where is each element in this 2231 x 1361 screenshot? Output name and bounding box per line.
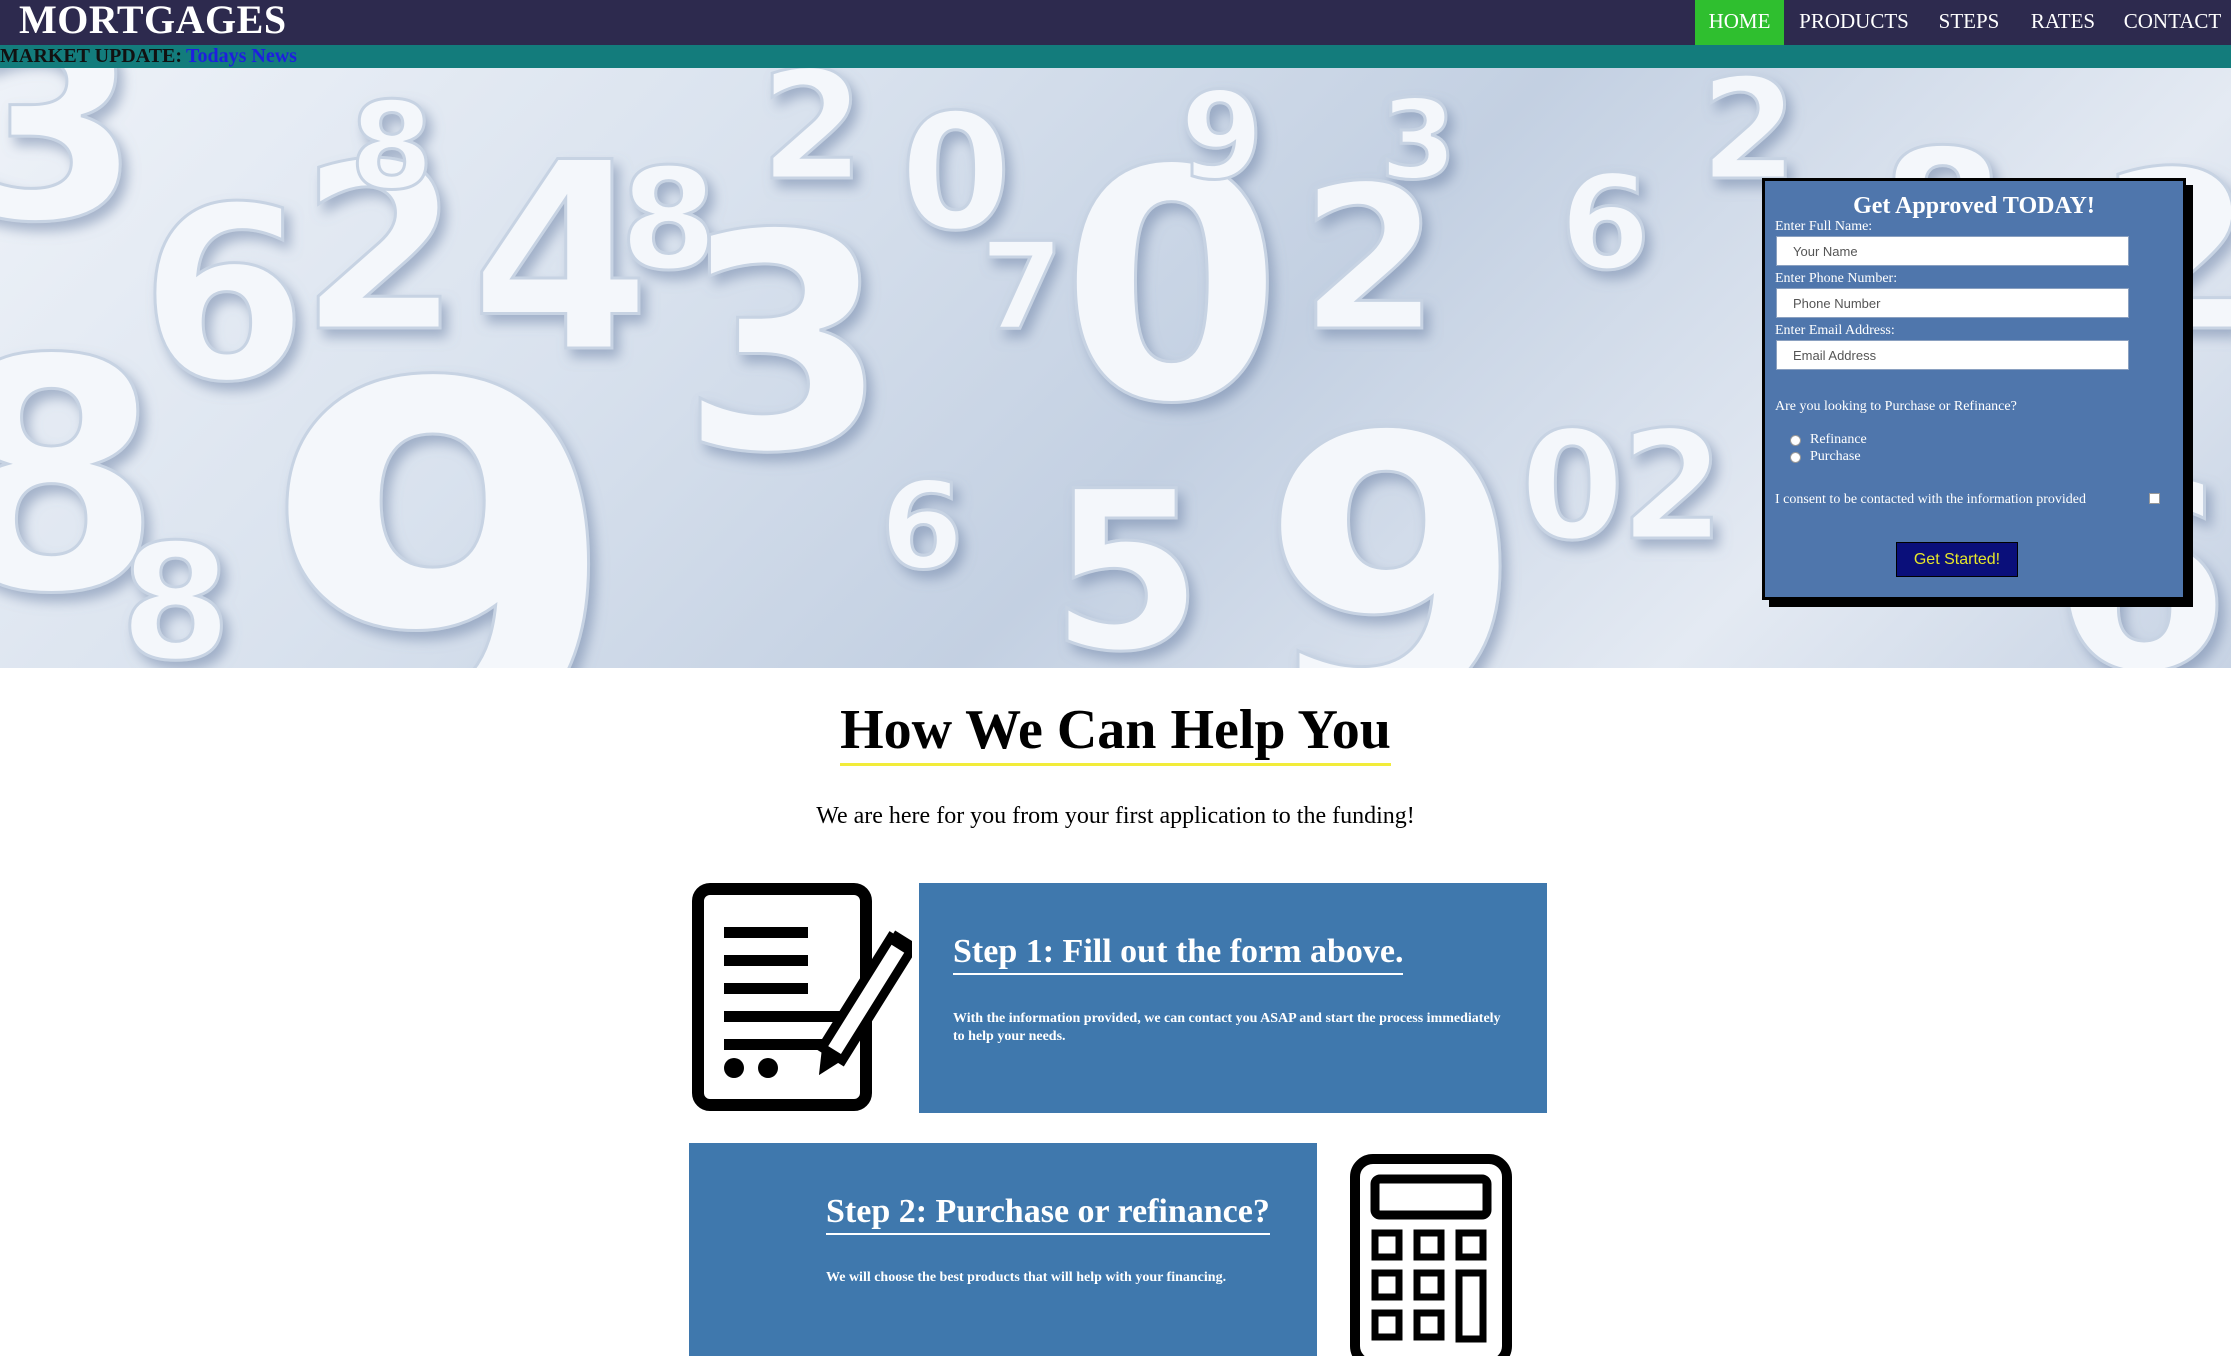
full-name-input[interactable] [1776, 236, 2129, 266]
section-title: How We Can Help You [0, 698, 2231, 766]
step-1-title: Step 1: Fill out the form above. [953, 933, 1404, 975]
nav-home[interactable]: HOME [1695, 0, 1784, 45]
get-started-button[interactable]: Get Started! [1896, 542, 2018, 577]
svg-text:5: 5 [1050, 444, 1203, 668]
purpose-question: Are you looking to Purchase or Refinance… [1775, 399, 2017, 414]
step-1-card: Step 1: Fill out the form above. With th… [919, 883, 1547, 1113]
top-navbar: MORTGAGES HOME PRODUCTS STEPS RATES CONT… [0, 0, 2231, 45]
section-subtitle: We are here for you from your first appl… [816, 803, 1415, 829]
consent-label: I consent to be contacted with the infor… [1775, 492, 2087, 507]
document-pen-icon [692, 883, 918, 1111]
svg-text:8: 8 [350, 78, 434, 217]
svg-text:3: 3 [1380, 76, 1457, 204]
form-title: Get Approved TODAY! [1853, 193, 2095, 219]
phone-input[interactable] [1776, 288, 2129, 318]
svg-text:2: 2 [760, 68, 864, 214]
ticker-news-link[interactable]: Todays News [186, 45, 297, 67]
step-1-text: With the information provided, we can co… [953, 1011, 1501, 1044]
brand-logo[interactable]: MORTGAGES [19, 0, 287, 43]
svg-text:0: 0 [1520, 400, 1624, 574]
ticker-label: MARKET UPDATE: [0, 45, 183, 67]
svg-text:6: 6 [1560, 147, 1650, 299]
consent-checkbox[interactable] [2149, 493, 2160, 504]
refinance-label: Refinance [1810, 432, 1867, 447]
radio-circle[interactable] [1790, 435, 1801, 446]
name-label: Enter Full Name: [1775, 219, 1873, 234]
svg-text:9: 9 [1260, 355, 1524, 668]
svg-text:6: 6 [880, 458, 964, 597]
svg-text:9: 9 [1180, 68, 1264, 207]
nav-steps[interactable]: STEPS [1927, 0, 2011, 45]
svg-text:9: 9 [260, 275, 622, 668]
nav-rates[interactable]: RATES [2022, 0, 2104, 45]
email-label: Enter Email Address: [1775, 323, 1895, 338]
section-title-text: How We Can Help You [840, 699, 1391, 766]
step-2-text: We will choose the best products that wi… [826, 1270, 1227, 1285]
step-2-card: Step 2: Purchase or refinance? We will c… [689, 1143, 1317, 1356]
hero-banner: 3 6 2 4 8 8 9 8 3 2 0 0 7 2 9 6 2 8 0 2 … [0, 68, 2231, 668]
market-ticker: MARKET UPDATE: Todays News [0, 45, 2231, 68]
step-2-title: Step 2: Purchase or refinance? [826, 1193, 1270, 1235]
nav-products[interactable]: PRODUCTS [1789, 0, 1919, 45]
phone-label: Enter Phone Number: [1775, 271, 1898, 286]
email-input[interactable] [1776, 340, 2129, 370]
purchase-label: Purchase [1810, 449, 1861, 464]
svg-text:7: 7 [980, 218, 1064, 357]
nav-contact[interactable]: CONTACT [2116, 0, 2229, 45]
svg-text:3: 3 [680, 170, 889, 519]
svg-text:8: 8 [120, 509, 231, 668]
svg-text:3: 3 [0, 68, 141, 280]
radio-circle[interactable] [1790, 452, 1801, 463]
calculator-icon [1349, 1153, 1515, 1361]
get-approved-form: Get Approved TODAY! Enter Full Name: Ent… [1762, 178, 2186, 600]
svg-text:2: 2 [1620, 400, 1724, 574]
